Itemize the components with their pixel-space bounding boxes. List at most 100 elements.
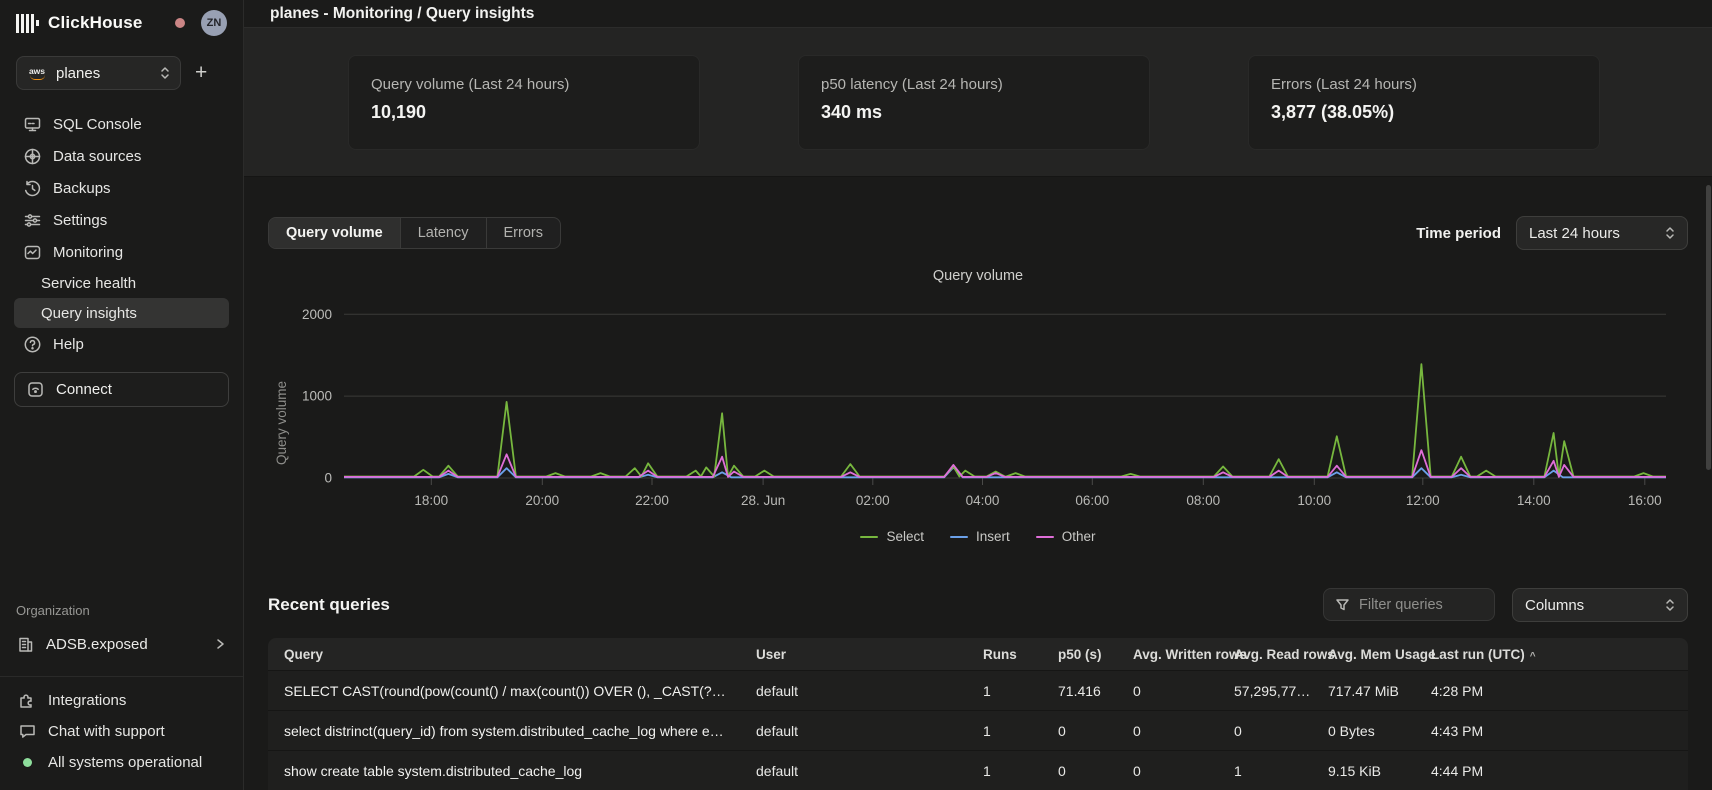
sidebar-footer-item-chat-with-support[interactable]: Chat with support [16,716,227,747]
table-cell: default [740,723,967,739]
tab-latency[interactable]: Latency [401,218,487,248]
table-cell: 0 [1117,723,1218,739]
stat-value: 340 ms [821,102,1127,123]
column-header-avg-mem-usage[interactable]: Avg. Mem Usage [1312,647,1415,662]
sidebar-item-query-insights[interactable]: Query insights [14,298,229,328]
table-cell: 1 [967,723,1042,739]
stat-value: 3,877 (38.05%) [1271,102,1577,123]
column-header-label: p50 (s) [1058,647,1102,662]
connect-wrap: Connect [0,360,243,407]
sidebar-item-data-sources[interactable]: Data sources [14,140,229,172]
time-period-select[interactable]: Last 24 hours [1516,216,1688,250]
table-cell: 1 [967,683,1042,699]
chart: 200010000Query volume18:0020:0022:0028. … [268,288,1688,527]
sidebar-item-monitoring[interactable]: Monitoring [14,236,229,268]
sidebar-item-label: Monitoring [53,244,123,261]
sidebar-footer-item-integrations[interactable]: Integrations [16,685,227,716]
clickhouse-logo-icon [16,13,39,33]
svg-text:0: 0 [324,471,332,486]
connect-button[interactable]: Connect [14,372,229,407]
sidebar-item-sql-console[interactable]: SQL Console [14,108,229,140]
table-cell: 0 Bytes [1312,723,1415,739]
stat-value: 10,190 [371,102,677,123]
column-header-query[interactable]: Query [268,647,740,662]
project-select[interactable]: aws planes [16,56,181,90]
status-ok-dot [23,758,32,767]
chat-icon [18,722,37,741]
stats-band: Query volume (Last 24 hours)10,190p50 la… [244,28,1712,177]
sidebar-help-wrap: Help [0,328,243,360]
connect-label: Connect [56,381,112,398]
sidebar: ClickHouse ZN aws planes + SQL ConsoleDa… [0,0,244,790]
svg-text:16:00: 16:00 [1628,493,1662,508]
chevron-updown-icon [1665,225,1675,241]
query-volume-chart[interactable]: 200010000Query volume18:0020:0022:0028. … [268,288,1688,522]
avatar[interactable]: ZN [201,10,227,36]
recent-queries-table: QueryUserRunsp50 (s)Avg. Written rowsAvg… [268,638,1688,790]
backups-icon [23,179,42,198]
svg-text:14:00: 14:00 [1517,493,1551,508]
tab-query-volume[interactable]: Query volume [269,218,401,248]
stat-label: Errors (Last 24 hours) [1271,76,1577,93]
column-header-user[interactable]: User [740,647,967,662]
sidebar-item-label: Query insights [41,305,137,322]
sidebar-item-label: All systems operational [48,754,202,771]
legend-item-insert[interactable]: Insert [950,529,1010,544]
svg-text:08:00: 08:00 [1186,493,1220,508]
sidebar-item-label: Backups [53,180,111,197]
organization-name: ADSB.exposed [46,636,148,653]
legend-item-other[interactable]: Other [1036,529,1096,544]
query-cell: show create table system.distributed_cac… [268,763,740,779]
table-row[interactable]: SELECT CAST(round(pow(count() / max(coun… [268,670,1688,710]
recent-actions: Columns [1323,588,1688,622]
column-header-p50-s[interactable]: p50 (s) [1042,647,1117,662]
sidebar-item-help[interactable]: Help [14,328,229,360]
legend-item-select[interactable]: Select [860,529,924,544]
project-name: planes [56,65,151,82]
svg-text:20:00: 20:00 [525,493,559,508]
time-period-wrap: Time period Last 24 hours [1416,216,1688,250]
stat-card-p50-latency: p50 latency (Last 24 hours)340 ms [798,55,1150,150]
sidebar-item-backups[interactable]: Backups [14,172,229,204]
columns-select[interactable]: Columns [1512,588,1688,622]
sidebar-item-service-health[interactable]: Service health [14,268,229,298]
table-cell: 0 [1042,723,1117,739]
organization-icon [16,635,35,654]
add-service-button[interactable]: + [195,63,207,83]
content: Query volumeLatencyErrors Time period La… [244,177,1712,790]
column-header-label: Runs [983,647,1017,662]
organization-section: Organization ADSB.exposed [0,603,243,666]
column-header-label: User [756,647,786,662]
legend-swatch-icon [1036,536,1054,538]
column-header-runs[interactable]: Runs [967,647,1042,662]
chart-title: Query volume [268,268,1688,284]
chart-tabs: Query volumeLatencyErrors [268,217,561,249]
svg-text:06:00: 06:00 [1075,493,1109,508]
table-cell: 4:28 PM [1415,683,1688,699]
column-header-avg-written-rows[interactable]: Avg. Written rows [1117,647,1218,662]
table-row[interactable]: show create table system.distributed_cac… [268,750,1688,790]
table-cell: 0 [1117,683,1218,699]
column-header-last-run-utc[interactable]: Last run (UTC)^ [1415,647,1688,662]
main-area: planes - Monitoring / Query insights Que… [244,0,1712,790]
legend-label: Other [1062,529,1096,544]
sidebar-footer-item-all-systems-operational[interactable]: All systems operational [16,747,227,778]
svg-text:Query volume: Query volume [274,381,289,465]
organization-switcher[interactable]: ADSB.exposed [16,628,227,660]
column-header-label: Last run (UTC) [1431,647,1525,662]
legend-swatch-icon [950,536,968,538]
table-row[interactable]: select distrinct(query_id) from system.d… [268,710,1688,750]
column-header-avg-read-rows[interactable]: Avg. Read rows [1218,647,1312,662]
svg-text:02:00: 02:00 [856,493,890,508]
filter-queries-input[interactable] [1359,597,1479,613]
chart-legend: Select Insert Other [268,529,1688,544]
tab-errors[interactable]: Errors [487,218,560,248]
aws-icon: aws [27,67,47,80]
sidebar-item-settings[interactable]: Settings [14,204,229,236]
svg-text:2000: 2000 [302,307,332,322]
vertical-scrollbar[interactable] [1706,185,1711,470]
table-cell: 4:43 PM [1415,723,1688,739]
recent-queries-row: Recent queries Columns [268,588,1688,622]
legend-label: Select [886,529,924,544]
breadcrumb: planes - Monitoring / Query insights [270,5,534,23]
